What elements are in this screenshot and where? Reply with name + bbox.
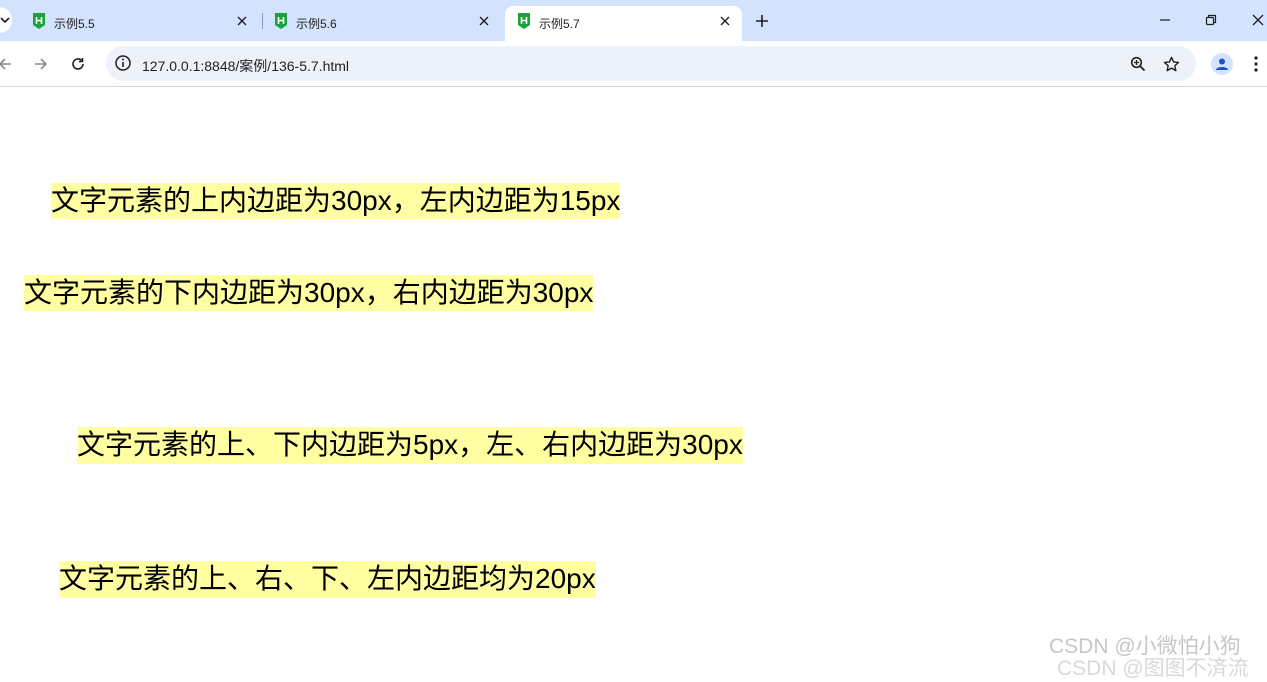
url-text[interactable]: 127.0.0.1:8848/案例/136-5.7.html xyxy=(142,56,349,76)
chevron-down-icon xyxy=(0,17,10,24)
tab-example-5-5[interactable]: 示例5.5 xyxy=(20,6,260,41)
tab-title: 示例5.5 xyxy=(54,17,95,31)
html-file-icon xyxy=(33,13,45,29)
close-window-button[interactable] xyxy=(1246,8,1267,32)
close-icon xyxy=(1252,14,1264,26)
back-button[interactable] xyxy=(0,53,16,75)
info-icon[interactable] xyxy=(114,54,132,72)
browser-toolbar: 127.0.0.1:8848/案例/136-5.7.html xyxy=(0,41,1267,87)
star-icon xyxy=(1163,56,1179,71)
tab-strip: 示例5.5 示例5.6 示例5.7 xyxy=(0,0,1267,41)
new-tab-button[interactable] xyxy=(751,10,773,32)
tab-title: 示例5.6 xyxy=(296,17,337,31)
html-file-icon xyxy=(518,13,530,29)
close-tab-icon[interactable] xyxy=(475,12,493,30)
browser-menu-button[interactable] xyxy=(1246,53,1266,75)
arrow-right-icon xyxy=(35,58,48,70)
tab-search-button[interactable] xyxy=(0,7,12,33)
close-tab-icon[interactable] xyxy=(716,12,734,30)
tab-example-5-7[interactable]: 示例5.7 xyxy=(505,6,742,41)
padding-demo-bottom-right: 文字元素的下内边距为30px，右内边距为30px xyxy=(24,275,594,311)
restore-icon xyxy=(1205,14,1217,26)
forward-button[interactable] xyxy=(30,53,52,75)
tab-title: 示例5.7 xyxy=(539,17,580,31)
reload-icon xyxy=(72,58,84,70)
address-bar[interactable]: 127.0.0.1:8848/案例/136-5.7.html xyxy=(106,46,1196,81)
arrow-left-icon xyxy=(0,58,11,70)
html-file-icon xyxy=(275,13,287,29)
person-icon xyxy=(1216,58,1228,70)
reload-button[interactable] xyxy=(67,53,89,75)
zoom-in-icon xyxy=(1130,56,1146,72)
watermark: CSDN @小微怕小狗 xyxy=(1049,635,1241,658)
plus-icon xyxy=(756,15,768,27)
padding-demo-vertical-horizontal: 文字元素的上、下内边距为5px，左、右内边距为30px xyxy=(77,427,743,464)
more-vertical-icon xyxy=(1254,56,1258,72)
minimize-icon xyxy=(1160,19,1170,21)
zoom-button[interactable] xyxy=(1128,54,1148,74)
padding-demo-top-left: 文字元素的上内边距为30px，左内边距为15px xyxy=(51,183,621,219)
bookmark-button[interactable] xyxy=(1161,54,1181,74)
minimize-button[interactable] xyxy=(1153,8,1177,32)
page-content: 文字元素的上内边距为30px，左内边距为15px 文字元素的下内边距为30px，… xyxy=(0,88,1267,665)
tab-example-5-6[interactable]: 示例5.6 xyxy=(262,6,502,41)
restore-button[interactable] xyxy=(1199,8,1223,32)
close-tab-icon[interactable] xyxy=(233,12,251,30)
profile-button[interactable] xyxy=(1211,53,1233,75)
padding-demo-all-sides: 文字元素的上、右、下、左内边距均为20px xyxy=(59,561,596,598)
